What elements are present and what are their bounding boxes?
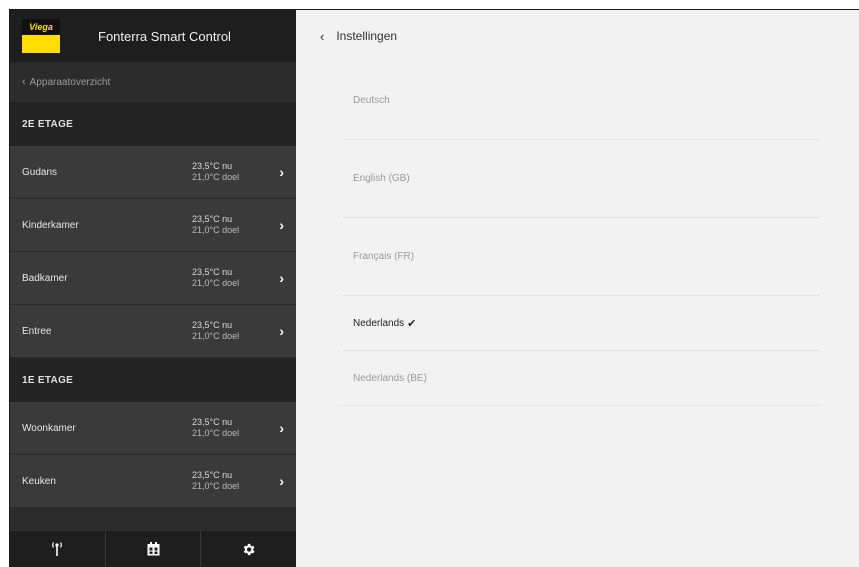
target-temp: 21,0°C doel [192, 481, 240, 491]
sidebar: Viega Fonterra Smart Control ‹ Apparaato… [10, 10, 296, 567]
room-item-keuken[interactable]: Keuken 23,5°C nu 21,0°C doel › [10, 455, 296, 508]
room-name: Gudans [22, 166, 58, 178]
room-item-badkamer[interactable]: Badkamer 23,5°C nu 21,0°C doel › [10, 252, 296, 305]
calendar-icon [147, 542, 159, 556]
room-temps: 23,5°C nu 21,0°C doel [192, 417, 272, 439]
floor-header: 1E ETAGE [10, 358, 296, 402]
chevron-right-icon: › [279, 420, 284, 436]
settings-header: ‹ Instellingen [296, 10, 859, 62]
chevron-right-icon: › [279, 323, 284, 339]
target-temp: 21,0°C doel [192, 331, 240, 341]
back-to-devices-link[interactable]: ‹ Apparaatoverzicht [10, 62, 296, 102]
room-temps: 23,5°C nu 21,0°C doel [192, 214, 272, 236]
current-temp: 23,5°C nu [192, 267, 233, 277]
language-list: Deutsch English (GB) Français (FR) Neder… [342, 62, 820, 406]
app-window: Viega Fonterra Smart Control ‹ Apparaato… [9, 9, 859, 567]
page-title: Instellingen [336, 29, 398, 43]
back-link-label: Apparaatoverzicht [29, 76, 111, 88]
chevron-right-icon: › [279, 217, 284, 233]
current-temp: 23,5°C nu [192, 214, 233, 224]
app-title: Fonterra Smart Control [98, 28, 231, 44]
current-temp: 23,5°C nu [192, 161, 233, 171]
antenna-button[interactable] [10, 531, 106, 567]
target-temp: 21,0°C doel [192, 428, 240, 438]
language-label: Nederlands (BE) [353, 372, 427, 384]
target-temp: 21,0°C doel [192, 278, 240, 288]
calendar-button[interactable] [106, 531, 202, 567]
current-temp: 23,5°C nu [192, 417, 233, 427]
chevron-right-icon: › [279, 270, 284, 286]
top-bar: Viega Fonterra Smart Control [10, 10, 296, 62]
settings-button[interactable] [201, 531, 296, 567]
settings-panel: ‹ Instellingen Deutsch English (GB) Fran… [296, 10, 859, 567]
room-item-entree[interactable]: Entree 23,5°C nu 21,0°C doel › [10, 305, 296, 358]
language-option-nederlands-be[interactable]: Nederlands (BE) [342, 351, 820, 406]
chevron-right-icon: › [279, 473, 284, 489]
antenna-icon [52, 542, 63, 556]
language-option-francais-fr[interactable]: Français (FR) [342, 218, 820, 296]
bottom-nav [10, 531, 296, 567]
room-name: Entree [22, 325, 52, 337]
language-label: Français (FR) [353, 251, 415, 262]
logo-text: Viega [22, 19, 60, 35]
checkmark-icon: ✔ [407, 317, 417, 330]
language-option-nederlands[interactable]: Nederlands ✔ [342, 296, 820, 351]
room-name: Badkamer [22, 272, 68, 284]
language-label: English (GB) [353, 173, 410, 184]
current-temp: 23,5°C nu [192, 470, 233, 480]
chevron-right-icon: › [279, 164, 284, 180]
room-temps: 23,5°C nu 21,0°C doel [192, 161, 272, 183]
room-name: Kinderkamer [22, 219, 79, 231]
room-temps: 23,5°C nu 21,0°C doel [192, 267, 272, 289]
gear-icon [243, 543, 255, 555]
chevron-left-icon: ‹ [22, 76, 26, 88]
floor-header: 2E ETAGE [10, 102, 296, 146]
room-item-gudans[interactable]: Gudans 23,5°C nu 21,0°C doel › [10, 146, 296, 199]
room-item-kinderkamer[interactable]: Kinderkamer 23,5°C nu 21,0°C doel › [10, 199, 296, 252]
room-item-woonkamer[interactable]: Woonkamer 23,5°C nu 21,0°C doel › [10, 402, 296, 455]
target-temp: 21,0°C doel [192, 172, 240, 182]
language-label: Nederlands [353, 317, 405, 329]
room-name: Keuken [22, 475, 56, 487]
language-option-deutsch[interactable]: Deutsch [342, 62, 820, 140]
room-name: Woonkamer [22, 422, 76, 434]
current-temp: 23,5°C nu [192, 320, 233, 330]
viega-logo: Viega [22, 19, 60, 53]
room-temps: 23,5°C nu 21,0°C doel [192, 470, 272, 492]
target-temp: 21,0°C doel [192, 225, 240, 235]
language-option-english-gb[interactable]: English (GB) [342, 140, 820, 218]
language-label: Deutsch [353, 95, 390, 106]
back-chevron-icon[interactable]: ‹ [320, 29, 324, 44]
room-temps: 23,5°C nu 21,0°C doel [192, 320, 272, 342]
